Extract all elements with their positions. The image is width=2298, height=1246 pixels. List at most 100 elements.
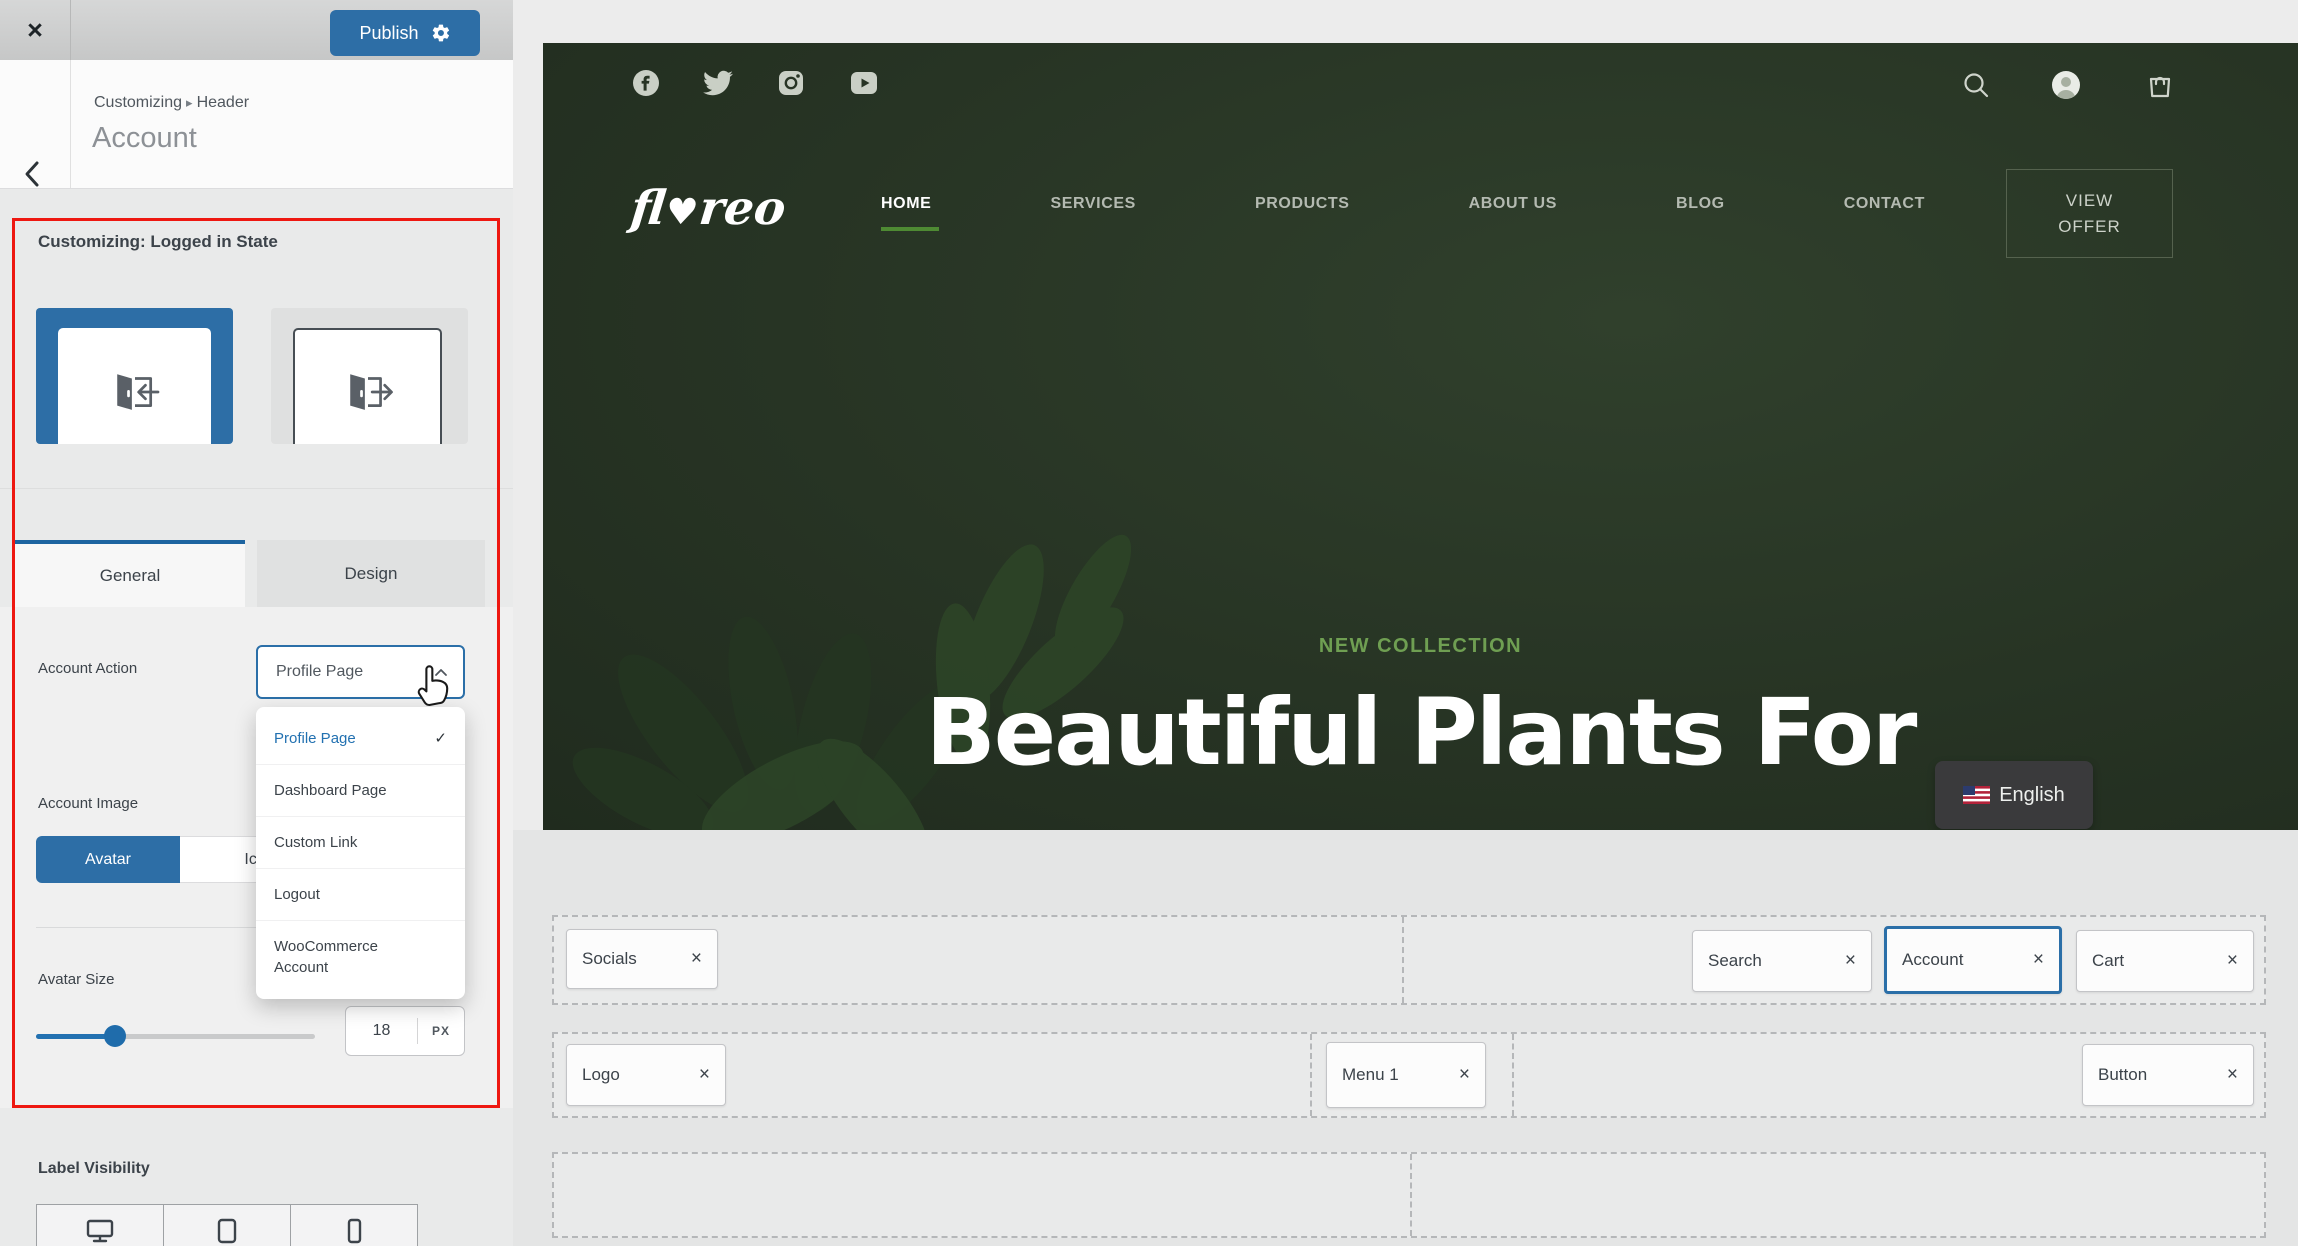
dropdown-option-dashboard-page[interactable]: Dashboard Page bbox=[256, 765, 465, 817]
mobile-icon bbox=[340, 1217, 368, 1246]
section-divider bbox=[36, 927, 256, 928]
dropdown-option-profile-page[interactable]: Profile Page ✓ bbox=[256, 713, 465, 765]
builder-chip-button[interactable]: Button × bbox=[2082, 1044, 2254, 1106]
view-offer-button[interactable]: VIEW OFFER bbox=[2006, 169, 2173, 258]
customizer-app: × Publish Customizing▸Header Account Cus… bbox=[0, 0, 2298, 1246]
option-label: WooCommerce Account bbox=[274, 936, 424, 978]
nav-item-about-us[interactable]: ABOUT US bbox=[1469, 195, 1557, 217]
chip-label: Button bbox=[2098, 1065, 2147, 1085]
chip-label: Cart bbox=[2092, 951, 2124, 971]
device-tablet-button[interactable] bbox=[163, 1204, 291, 1246]
account-action-dropdown: Profile Page ✓ Dashboard Page Custom Lin… bbox=[256, 707, 465, 999]
remove-icon[interactable]: × bbox=[691, 948, 702, 970]
twitter-icon[interactable] bbox=[703, 68, 733, 98]
us-flag-icon bbox=[1963, 786, 1990, 804]
device-mobile-button[interactable] bbox=[290, 1204, 418, 1246]
builder-chip-search[interactable]: Search × bbox=[1692, 930, 1872, 992]
tab-design[interactable]: Design bbox=[257, 540, 485, 607]
option-label: Profile Page bbox=[274, 728, 356, 749]
chip-label: Socials bbox=[582, 949, 637, 969]
logged-in-state-heading: Customizing: Logged in State bbox=[38, 232, 278, 252]
breadcrumb-root: Customizing bbox=[94, 94, 182, 111]
gear-icon[interactable] bbox=[431, 23, 451, 43]
nav-item-products[interactable]: PRODUCTS bbox=[1255, 195, 1350, 217]
account-avatar-icon[interactable] bbox=[2051, 70, 2081, 100]
builder-row-top[interactable]: Socials × Search × Account × Cart × bbox=[552, 915, 2266, 1005]
nav-item-services[interactable]: SERVICES bbox=[1050, 195, 1135, 217]
topbar-divider bbox=[70, 0, 71, 60]
label-visibility-heading: Label Visibility bbox=[38, 1160, 150, 1178]
nav-item-blog[interactable]: BLOG bbox=[1676, 195, 1725, 217]
remove-icon[interactable]: × bbox=[2227, 1064, 2238, 1086]
builder-chip-cart[interactable]: Cart × bbox=[2076, 930, 2254, 992]
builder-chip-menu-1[interactable]: Menu 1 × bbox=[1326, 1042, 1486, 1108]
chip-label: Logo bbox=[582, 1065, 620, 1085]
cart-bag-icon[interactable] bbox=[2145, 70, 2175, 100]
chevron-up-icon bbox=[433, 667, 449, 678]
check-icon: ✓ bbox=[434, 728, 447, 749]
option-label: Logout bbox=[274, 884, 320, 905]
account-image-label: Account Image bbox=[38, 795, 138, 812]
remove-icon[interactable]: × bbox=[1845, 950, 1856, 972]
back-arrow-button[interactable] bbox=[20, 158, 44, 190]
chip-label: Account bbox=[1902, 950, 1963, 970]
site-logo[interactable]: fl♥reo bbox=[628, 181, 788, 236]
state-option-logged-out-thumb bbox=[293, 328, 442, 444]
option-label: Dashboard Page bbox=[274, 780, 387, 801]
avatar-size-value[interactable]: 18 bbox=[346, 1022, 417, 1040]
avatar-size-unit[interactable]: PX bbox=[418, 1024, 464, 1038]
toggle-option-avatar[interactable]: Avatar bbox=[36, 836, 180, 883]
language-switcher[interactable]: English bbox=[1935, 761, 2093, 829]
language-label: English bbox=[1999, 784, 2065, 807]
remove-icon[interactable]: × bbox=[1459, 1064, 1470, 1086]
chip-label: Search bbox=[1708, 951, 1762, 971]
close-customizer-button[interactable]: × bbox=[18, 14, 52, 46]
nav-item-contact[interactable]: CONTACT bbox=[1844, 195, 1925, 217]
dropdown-option-woocommerce-account[interactable]: WooCommerce Account bbox=[256, 921, 465, 993]
logo-text-start: fl bbox=[628, 181, 668, 236]
state-option-logged-in[interactable] bbox=[36, 308, 233, 444]
tablet-icon bbox=[213, 1217, 241, 1246]
builder-cell-divider bbox=[1310, 1034, 1312, 1116]
customizer-topbar: × Publish bbox=[0, 0, 513, 61]
label-visibility-device-group bbox=[36, 1204, 418, 1246]
dropdown-option-logout[interactable]: Logout bbox=[256, 869, 465, 921]
customizer-sidebar: × Publish Customizing▸Header Account Cus… bbox=[0, 0, 513, 1246]
publish-button-label: Publish bbox=[359, 23, 418, 44]
remove-icon[interactable]: × bbox=[2033, 949, 2044, 971]
remove-icon[interactable]: × bbox=[699, 1064, 710, 1086]
header-strip-divider bbox=[70, 60, 71, 188]
youtube-icon[interactable] bbox=[849, 68, 879, 98]
chip-label: Menu 1 bbox=[1342, 1065, 1399, 1085]
builder-chip-logo[interactable]: Logo × bbox=[566, 1044, 726, 1106]
device-desktop-button[interactable] bbox=[36, 1204, 164, 1246]
desktop-icon bbox=[85, 1217, 115, 1246]
nav-item-home[interactable]: HOME bbox=[881, 195, 931, 217]
publish-button[interactable]: Publish bbox=[330, 10, 480, 56]
builder-chip-account[interactable]: Account × bbox=[1884, 926, 2062, 994]
search-icon[interactable] bbox=[1961, 70, 1991, 100]
dropdown-option-custom-link[interactable]: Custom Link bbox=[256, 817, 465, 869]
section-divider bbox=[0, 488, 513, 489]
instagram-icon[interactable] bbox=[776, 68, 806, 98]
account-action-select[interactable]: Profile Page bbox=[256, 645, 465, 699]
remove-icon[interactable]: × bbox=[2227, 950, 2238, 972]
tab-general[interactable]: General bbox=[15, 540, 245, 607]
avatar-size-label: Avatar Size bbox=[38, 971, 114, 988]
breadcrumb-section: Header bbox=[197, 94, 249, 111]
state-option-logged-in-thumb bbox=[58, 328, 211, 444]
builder-cell-divider bbox=[1402, 917, 1404, 1003]
builder-row-bottom[interactable] bbox=[552, 1152, 2266, 1238]
logout-icon bbox=[340, 368, 396, 419]
main-navigation: HOME SERVICES PRODUCTS ABOUT US BLOG CON… bbox=[881, 195, 1925, 217]
state-option-logged-out[interactable] bbox=[271, 308, 468, 444]
view-offer-line1: VIEW bbox=[2066, 188, 2113, 214]
facebook-icon[interactable] bbox=[631, 68, 661, 98]
hero-eyebrow: NEW COLLECTION bbox=[543, 635, 2298, 658]
avatar-size-value-box[interactable]: 18 PX bbox=[345, 1006, 465, 1056]
builder-row-middle[interactable]: Logo × Menu 1 × Button × bbox=[552, 1032, 2266, 1118]
avatar-size-slider-thumb[interactable] bbox=[104, 1025, 126, 1047]
login-icon bbox=[107, 368, 163, 419]
view-offer-line2: OFFER bbox=[2058, 214, 2121, 240]
builder-chip-socials[interactable]: Socials × bbox=[566, 929, 718, 989]
